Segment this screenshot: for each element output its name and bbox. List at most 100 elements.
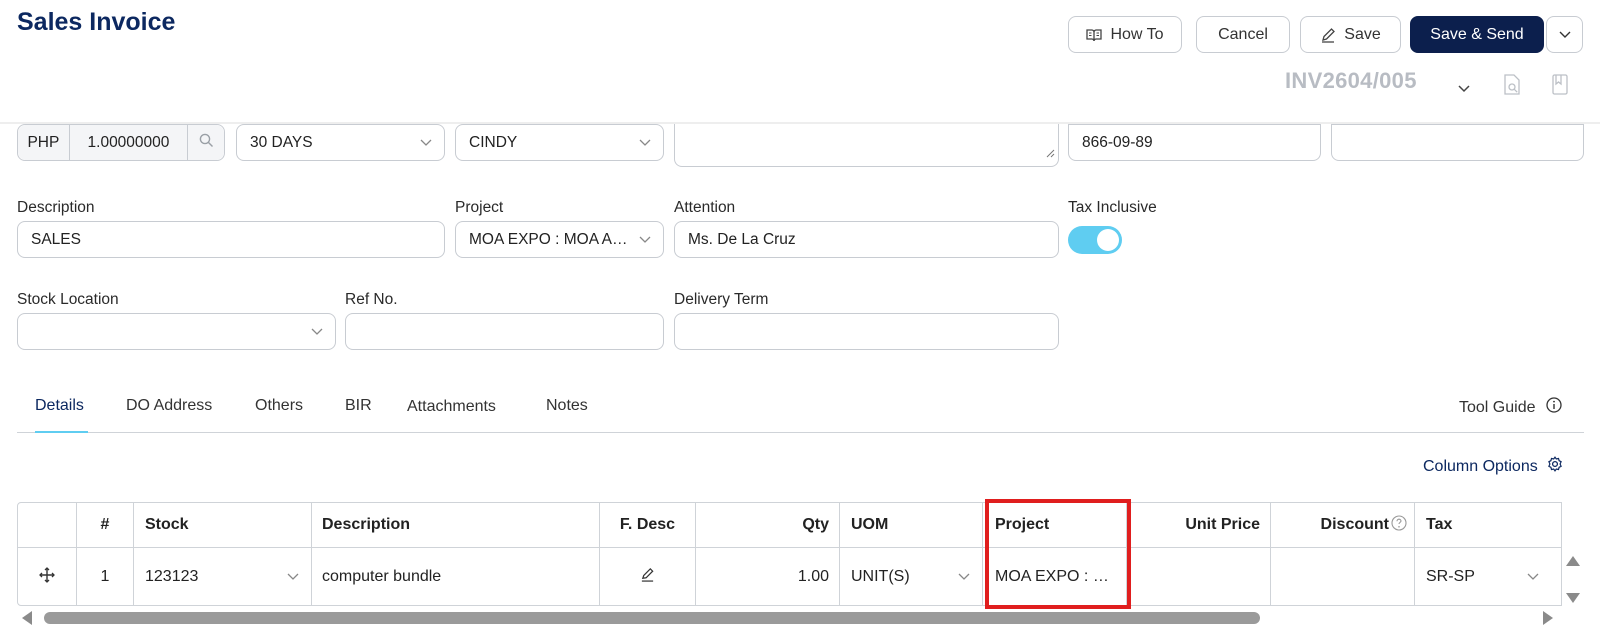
page-header: Sales Invoice How To Cancel Save Save & …: [0, 0, 1600, 124]
chevron-down-icon: [639, 231, 651, 249]
tab-bir[interactable]: BIR: [345, 397, 372, 415]
header-f-desc: F. Desc: [600, 503, 696, 547]
description-value: SALES: [31, 230, 81, 248]
chevron-down-icon: [311, 323, 323, 341]
line-items-table: # Stock Description F. Desc Qty UOM Proj…: [17, 502, 1562, 606]
chevron-down-icon: [639, 134, 651, 152]
agent-select[interactable]: CINDY: [455, 124, 664, 161]
save-label: Save: [1344, 25, 1381, 43]
header-discount: Discount: [1271, 503, 1415, 547]
horizontal-scroll-thumb[interactable]: [44, 612, 1260, 624]
project-value: MOA EXPO : MOA AR...: [469, 230, 633, 248]
move-icon: [39, 566, 55, 588]
more-options-dropdown[interactable]: [1546, 16, 1583, 53]
row-stock-select[interactable]: 123123: [134, 548, 312, 606]
header-tax: Tax: [1426, 516, 1453, 533]
rate-search-button[interactable]: [188, 125, 224, 160]
save-button[interactable]: Save: [1300, 16, 1401, 53]
row-number: 1: [77, 548, 134, 606]
header-number: #: [77, 503, 134, 547]
tab-details[interactable]: Details: [35, 397, 84, 415]
how-to-label: How To: [1110, 25, 1164, 43]
gear-icon: [1547, 456, 1563, 477]
cancel-button[interactable]: Cancel: [1196, 16, 1290, 53]
column-options-label: Column Options: [1423, 457, 1538, 475]
save-and-send-button[interactable]: Save & Send: [1410, 16, 1544, 53]
row-unit-price[interactable]: [1127, 548, 1271, 606]
row-tax-value: SR-SP: [1426, 568, 1475, 585]
document-search-icon[interactable]: [1503, 74, 1521, 101]
delivery-term-field[interactable]: [674, 313, 1059, 350]
row-qty[interactable]: 1.00: [696, 548, 840, 606]
table-row: 1 123123 computer bundle 1.00 UNIT(S) MO…: [18, 548, 1561, 606]
tax-inclusive-toggle[interactable]: [1068, 226, 1122, 254]
row-stock-value: 123123: [145, 568, 199, 585]
chevron-down-icon: [420, 134, 432, 152]
currency-rate-group: PHP 1.00000000: [17, 124, 225, 161]
pencil-icon: [640, 567, 655, 587]
row-uom-select[interactable]: UNIT(S): [840, 548, 983, 606]
attention-label: Attention: [674, 199, 736, 216]
info-icon: [1545, 397, 1562, 418]
bookmark-icon[interactable]: [1552, 74, 1568, 101]
terms-value: 30 DAYS: [250, 133, 313, 151]
tool-guide-label: Tool Guide: [1459, 398, 1536, 416]
row-discount[interactable]: [1271, 548, 1415, 606]
attention-value: Ms. De La Cruz: [688, 230, 796, 248]
tab-do-address[interactable]: DO Address: [126, 397, 212, 415]
row-tax-select[interactable]: SR-SP: [1415, 548, 1563, 606]
pencil-icon: [1320, 27, 1336, 43]
tab-others[interactable]: Others: [255, 397, 303, 415]
address-textarea[interactable]: [674, 124, 1059, 167]
toggle-knob: [1097, 229, 1119, 251]
stock-location-select[interactable]: [17, 313, 336, 350]
tab-attachments[interactable]: Attachments: [407, 398, 496, 416]
extra-field[interactable]: [1331, 124, 1584, 161]
invoice-number-dropdown-icon[interactable]: [1458, 80, 1470, 98]
scroll-left-arrow[interactable]: [22, 611, 32, 630]
table-header-row: # Stock Description F. Desc Qty UOM Proj…: [18, 503, 1561, 548]
exchange-rate-field[interactable]: 1.00000000: [69, 125, 189, 160]
header-description: Description: [312, 503, 600, 547]
chevron-down-icon: [1559, 31, 1571, 39]
page-title: Sales Invoice: [17, 8, 176, 36]
resize-handle-icon: [1045, 145, 1055, 163]
header-drag: [18, 503, 77, 547]
tab-notes[interactable]: Notes: [546, 397, 588, 415]
scroll-right-arrow[interactable]: [1543, 611, 1553, 630]
discount-label: Discount: [1320, 516, 1389, 533]
project-column-highlight: [985, 499, 1131, 609]
header-stock: Stock: [134, 503, 312, 547]
scroll-down-arrow[interactable]: [1566, 590, 1580, 608]
header-unit-price: Unit Price: [1127, 503, 1271, 547]
header-uom: UOM: [840, 503, 983, 547]
phone-field[interactable]: 866-09-89: [1068, 124, 1321, 161]
currency-code: PHP: [18, 125, 70, 160]
phone-value: 866-09-89: [1082, 133, 1153, 151]
active-tab-indicator: [35, 431, 88, 433]
invoice-number: INV2604/005: [1285, 68, 1417, 93]
row-f-desc-edit[interactable]: [600, 548, 696, 606]
description-field[interactable]: SALES: [17, 221, 445, 258]
row-drag-handle[interactable]: [18, 548, 77, 606]
ref-no-label: Ref No.: [345, 291, 398, 308]
how-to-button[interactable]: How To: [1068, 16, 1182, 53]
chevron-down-icon: [958, 568, 970, 586]
chevron-down-icon: [287, 568, 299, 586]
project-label: Project: [455, 199, 504, 216]
tax-inclusive-label: Tax Inclusive: [1068, 199, 1157, 216]
tab-divider: [17, 432, 1584, 433]
agent-value: CINDY: [469, 133, 518, 151]
ref-no-field[interactable]: [345, 313, 664, 350]
attention-field[interactable]: Ms. De La Cruz: [674, 221, 1059, 258]
terms-select[interactable]: 30 DAYS: [236, 124, 445, 161]
help-icon[interactable]: [1391, 514, 1407, 536]
book-icon: [1086, 28, 1103, 42]
scroll-up-arrow[interactable]: [1566, 553, 1580, 571]
delivery-term-label: Delivery Term: [674, 291, 769, 308]
stock-location-label: Stock Location: [17, 291, 119, 308]
row-description[interactable]: computer bundle: [312, 548, 600, 606]
tool-guide-button[interactable]: Tool Guide: [1459, 397, 1562, 418]
column-options-button[interactable]: Column Options: [1423, 456, 1563, 477]
project-select[interactable]: MOA EXPO : MOA AR...: [455, 221, 664, 258]
